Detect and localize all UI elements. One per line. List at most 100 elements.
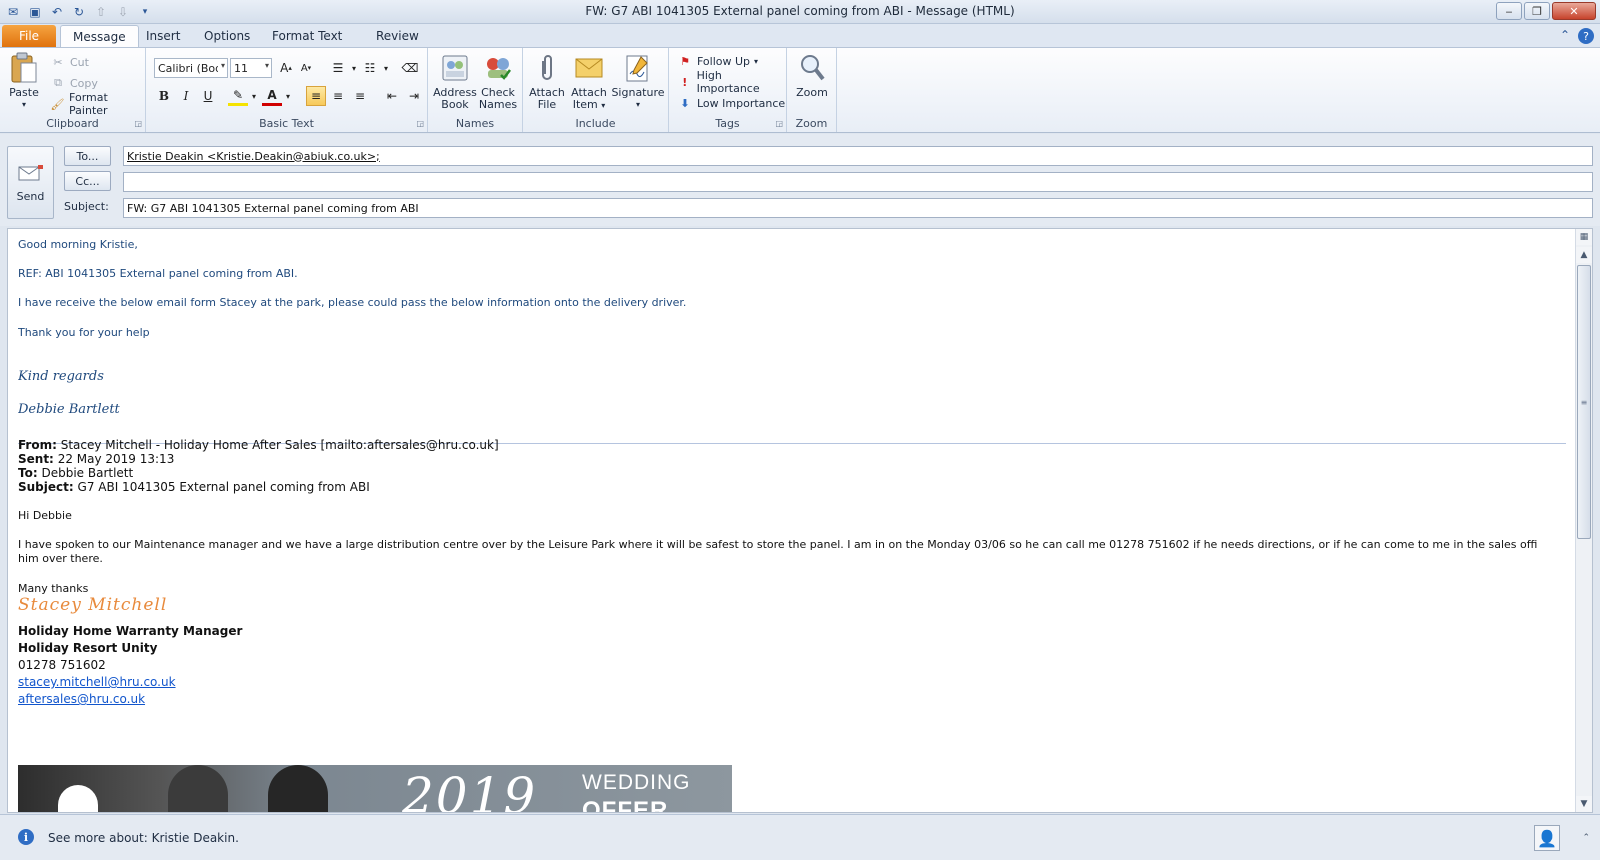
- banner-offer: OFFER: [582, 797, 669, 812]
- send-button[interactable]: Send: [7, 146, 54, 219]
- vertical-scrollbar[interactable]: ▦ ▲ ≡ ▼: [1575, 229, 1592, 812]
- align-center-icon[interactable]: ≡: [328, 86, 348, 106]
- check-names-button[interactable]: Check Names: [478, 52, 518, 111]
- tags-group-label: Tags: [715, 117, 740, 130]
- low-importance-button[interactable]: ⬇ Low Importance: [677, 94, 785, 112]
- zoom-button[interactable]: Zoom: [793, 52, 831, 99]
- minimize-button[interactable]: ‒: [1496, 2, 1522, 20]
- envelope-icon: [573, 52, 605, 84]
- subject-label: Subject:: [64, 200, 109, 213]
- message-content[interactable]: Good morning Kristie, REF: ABI 1041305 E…: [18, 229, 1566, 812]
- wedding-offer-banner[interactable]: 2019 WEDDING OFFER: [18, 765, 732, 812]
- to-button[interactable]: To...: [64, 146, 111, 166]
- include-group-label: Include: [575, 117, 616, 130]
- attach-item-button[interactable]: Attach Item ▾: [569, 52, 609, 112]
- ruler-toggle-icon[interactable]: ▦: [1576, 229, 1592, 245]
- paste-button[interactable]: Paste ▾: [6, 52, 42, 111]
- increase-indent-icon[interactable]: ⇥: [404, 86, 424, 106]
- underline-icon[interactable]: U: [198, 86, 218, 106]
- scrollbar-thumb[interactable]: ≡: [1577, 265, 1591, 539]
- shrink-font-icon[interactable]: A ▾: [296, 58, 316, 78]
- subject-field[interactable]: FW: G7 ABI 1041305 External panel coming…: [123, 198, 1593, 218]
- tags-dialog-launcher-icon[interactable]: ◲: [775, 119, 783, 128]
- follow-up-dropdown-icon[interactable]: ▾: [754, 57, 758, 66]
- clipboard-group-label: Clipboard: [46, 117, 99, 130]
- tab-insert[interactable]: Insert: [134, 25, 192, 47]
- send-icon: [16, 163, 46, 186]
- font-name-combo[interactable]: Calibri (Body) ▾: [154, 58, 228, 78]
- signature-phone: 01278 751602: [18, 658, 106, 672]
- tab-message[interactable]: Message: [60, 25, 139, 47]
- cc-field[interactable]: [123, 172, 1593, 192]
- decrease-indent-icon[interactable]: ⇤: [382, 86, 402, 106]
- banner-photo-figure: [268, 765, 328, 812]
- expand-people-pane-icon[interactable]: ⌃: [1582, 833, 1590, 843]
- banner-photo-figure: [168, 765, 228, 812]
- paste-icon: [8, 52, 40, 84]
- tab-review[interactable]: Review: [364, 25, 431, 47]
- address-book-button[interactable]: Address Book: [433, 52, 477, 111]
- fwd-subject-line: Subject: G7 ABI 1041305 External panel c…: [18, 480, 370, 494]
- follow-up-button[interactable]: ⚑ Follow Up ▾: [677, 52, 758, 70]
- font-size-dropdown-icon[interactable]: ▾: [265, 61, 269, 70]
- cut-button[interactable]: ✂ Cut: [50, 53, 89, 71]
- numbering-dropdown-icon[interactable]: ▾: [376, 58, 396, 78]
- align-right-icon[interactable]: ≡: [350, 86, 370, 106]
- info-icon: i: [18, 829, 34, 845]
- include-group: Attach File Attach Item ▾ Signature ▾ In…: [523, 48, 669, 132]
- to-field[interactable]: Kristie Deakin <Kristie.Deakin@abiuk.co.…: [123, 146, 1593, 166]
- attach-file-button[interactable]: Attach File: [529, 52, 565, 111]
- many-thanks-text: Many thanks: [18, 582, 89, 595]
- scroll-up-icon[interactable]: ▲: [1576, 247, 1592, 263]
- minimize-ribbon-icon[interactable]: ⌃: [1560, 28, 1570, 44]
- maximize-button[interactable]: ❐: [1524, 2, 1550, 20]
- highlight-dropdown-icon[interactable]: ▾: [244, 86, 264, 106]
- ribbon: Paste ▾ ✂ Cut ⧉ Copy 🖌 Format Painter Cl…: [0, 47, 1600, 133]
- signature-label: Signature: [611, 86, 665, 99]
- signature-dropdown-icon[interactable]: ▾: [636, 99, 640, 111]
- italic-icon[interactable]: I: [176, 86, 196, 106]
- basic-text-dialog-launcher-icon[interactable]: ◲: [416, 119, 424, 128]
- zoom-label: Zoom: [796, 86, 828, 99]
- tab-file[interactable]: File: [2, 25, 56, 47]
- signature-email-1[interactable]: stacey.mitchell@hru.co.uk: [18, 675, 176, 689]
- cc-button[interactable]: Cc...: [64, 171, 111, 191]
- fwd-from-value: Stacey Mitchell - Holiday Home After Sal…: [60, 438, 499, 452]
- font-size-combo[interactable]: 11 ▾: [230, 58, 272, 78]
- paste-dropdown-icon[interactable]: ▾: [22, 99, 26, 111]
- tab-options[interactable]: Options: [192, 25, 262, 47]
- attach-item-dropdown-icon[interactable]: ▾: [601, 101, 605, 110]
- down-arrow-importance-icon: ⬇: [680, 96, 690, 110]
- high-importance-label: High Importance: [696, 69, 760, 95]
- grow-font-icon[interactable]: A ▴: [276, 58, 296, 78]
- ribbon-tabs: File Message Insert Options Format Text …: [0, 24, 1600, 47]
- message-line-1: I have spoken to our Maintenance manager…: [18, 538, 1538, 551]
- signature-icon: [622, 52, 654, 84]
- tags-group: ⚑ Follow Up ▾ ! High Importance ⬇ Low Im…: [669, 48, 787, 132]
- send-label: Send: [16, 189, 45, 203]
- tab-format-text[interactable]: Format Text: [260, 25, 354, 47]
- align-left-icon[interactable]: ≡: [306, 86, 326, 106]
- avatar[interactable]: 👤: [1534, 825, 1560, 851]
- low-importance-label: Low Importance: [697, 96, 786, 110]
- format-painter-label: Format Painter: [69, 91, 108, 117]
- window-title: FW: G7 ABI 1041305 External panel coming…: [585, 4, 1015, 18]
- close-button[interactable]: ✕: [1552, 2, 1596, 20]
- follow-up-label: Follow Up: [697, 54, 751, 68]
- scroll-down-icon[interactable]: ▼: [1576, 796, 1592, 812]
- see-more-about-text[interactable]: See more about: Kristie Deakin.: [48, 831, 239, 845]
- copy-button[interactable]: ⧉ Copy: [50, 74, 98, 92]
- font-dropdown-icon[interactable]: ▾: [221, 61, 225, 70]
- message-body[interactable]: Good morning Kristie, REF: ABI 1041305 E…: [7, 228, 1593, 813]
- format-painter-button[interactable]: 🖌 Format Painter: [50, 91, 145, 117]
- window-controls: ‒ ❐ ✕: [1496, 2, 1596, 20]
- help-icon[interactable]: ?: [1578, 28, 1594, 44]
- bold-icon[interactable]: B: [154, 86, 174, 106]
- clear-formatting-icon[interactable]: ⌫: [400, 58, 420, 78]
- clipboard-dialog-launcher-icon[interactable]: ◲: [134, 119, 142, 128]
- to-recipient[interactable]: Kristie Deakin <Kristie.Deakin@abiuk.co.…: [127, 150, 380, 163]
- high-importance-button[interactable]: ! High Importance: [677, 69, 786, 95]
- signature-button[interactable]: Signature ▾: [611, 52, 665, 111]
- font-color-dropdown-icon[interactable]: ▾: [278, 86, 298, 106]
- signature-email-2[interactable]: aftersales@hru.co.uk: [18, 692, 145, 706]
